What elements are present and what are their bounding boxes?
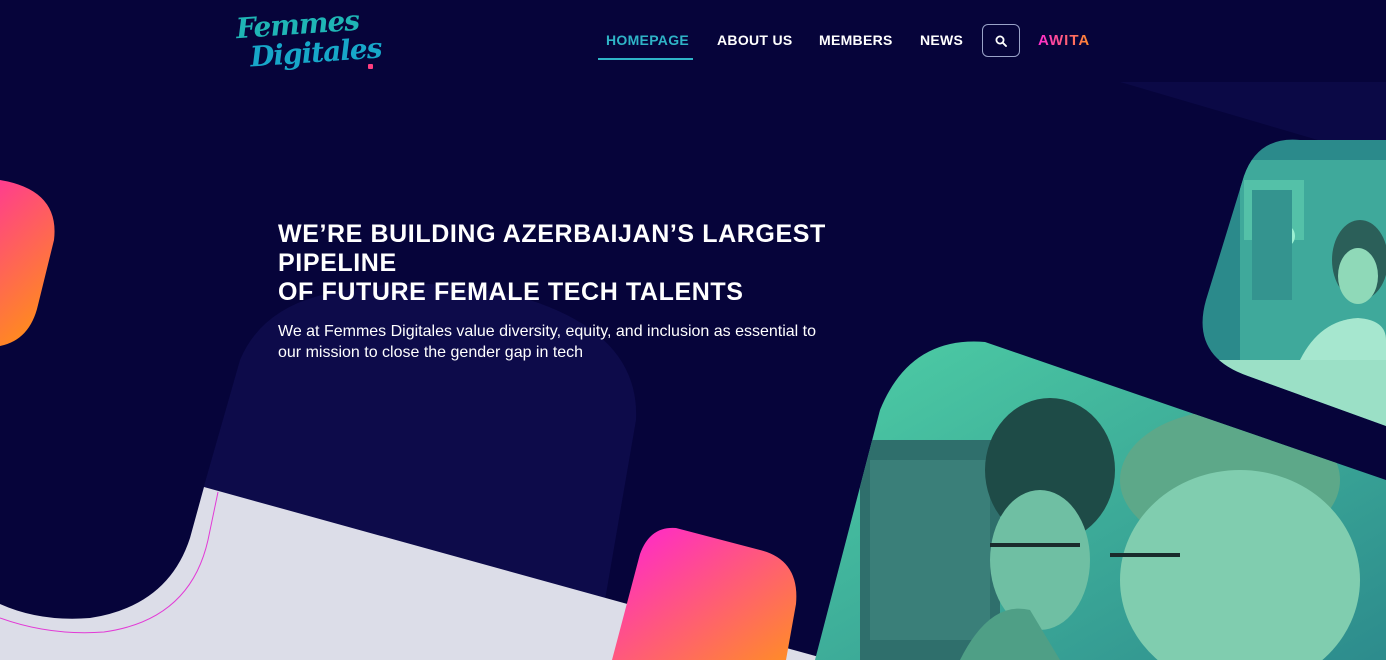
bottom-gradient-square bbox=[612, 527, 797, 660]
nav-item-about-us[interactable]: ABOUT US bbox=[717, 32, 793, 48]
nav-item-news[interactable]: NEWS bbox=[920, 32, 963, 48]
hero-section: WE’RE BUILDING AZERBAIJAN’S LARGEST PIPE… bbox=[278, 220, 918, 363]
logo-dot bbox=[368, 64, 373, 69]
hero-title-line1: WE’RE BUILDING AZERBAIJAN’S LARGEST PIPE… bbox=[278, 220, 826, 277]
homepage: Femmes Digitales HOMEPAGE ABOUT US MEMBE… bbox=[0, 0, 1386, 660]
femmes-digitales-logo[interactable]: Femmes Digitales bbox=[232, 4, 382, 74]
left-gradient-shape bbox=[0, 180, 55, 346]
nav-active-underline bbox=[598, 58, 693, 60]
nav-item-homepage[interactable]: HOMEPAGE bbox=[606, 32, 689, 48]
hero-subtitle-line2: our mission to close the gender gap in t… bbox=[278, 344, 584, 361]
woman-thinking-photo bbox=[1202, 139, 1386, 427]
hero-title: WE’RE BUILDING AZERBAIJAN’S LARGEST PIPE… bbox=[278, 220, 918, 307]
hero-title-line2: OF FUTURE FEMALE TECH TALENTS bbox=[278, 278, 744, 306]
awita-partner-link[interactable]: AWITA bbox=[1038, 32, 1090, 49]
nav-item-members[interactable]: MEMBERS bbox=[819, 32, 893, 48]
search-button[interactable] bbox=[982, 24, 1020, 57]
hero-subtitle: We at Femmes Digitales value diversity, … bbox=[278, 321, 838, 363]
search-icon bbox=[995, 35, 1007, 47]
hero-subtitle-line1: We at Femmes Digitales value diversity, … bbox=[278, 323, 817, 340]
site-header: Femmes Digitales HOMEPAGE ABOUT US MEMBE… bbox=[0, 0, 1386, 82]
